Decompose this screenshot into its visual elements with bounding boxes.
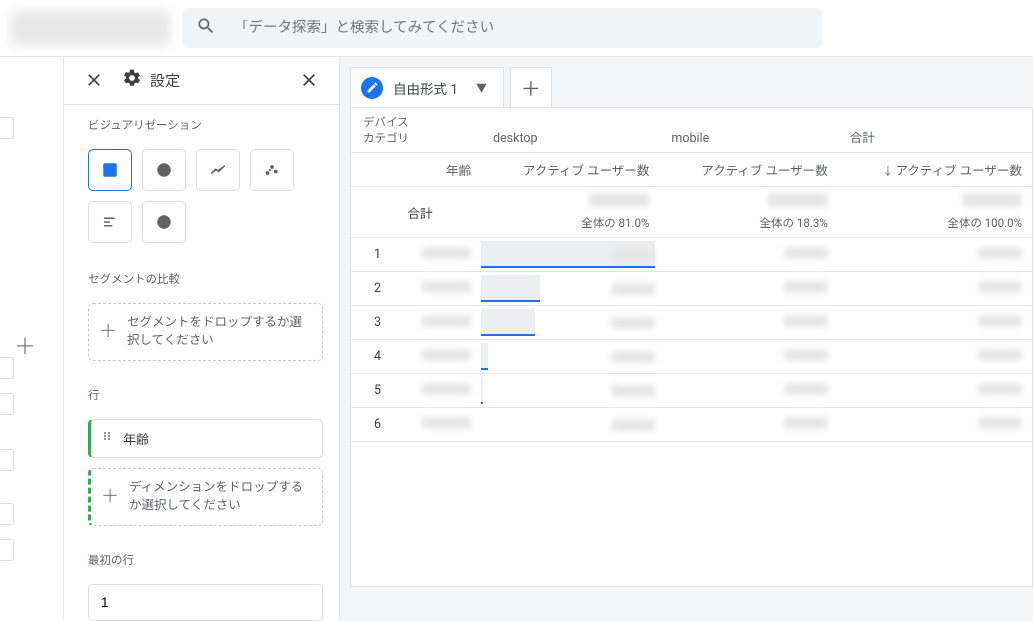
metric-header-sorted[interactable]: アクティブ ユーザー数 bbox=[838, 153, 1032, 187]
data-cell bbox=[838, 238, 1032, 272]
tab-freeform-1[interactable]: 自由形式 1 ▼ bbox=[350, 67, 504, 107]
metric-header[interactable]: アクティブ ユーザー数 bbox=[481, 153, 659, 187]
viz-geo-icon[interactable] bbox=[142, 201, 186, 243]
tab-label: 自由形式 1 bbox=[393, 78, 458, 98]
viz-table-icon[interactable] bbox=[88, 149, 132, 191]
row-chip-label: 年齢 bbox=[123, 429, 149, 448]
close-icon[interactable] bbox=[291, 70, 327, 90]
row-index: 6 bbox=[351, 408, 391, 442]
data-cell bbox=[838, 374, 1032, 408]
totals-cell: 全体の 81.0% bbox=[481, 187, 659, 238]
search-input[interactable] bbox=[234, 20, 808, 36]
brand-logo-blurred bbox=[10, 10, 170, 46]
data-sheet: デバイス カテゴリ desktop mobile 合計 年齢 アクティブ ユーザ… bbox=[350, 107, 1033, 587]
data-cell bbox=[481, 238, 659, 272]
row-dimension-value bbox=[391, 374, 481, 408]
data-cell bbox=[481, 340, 659, 374]
first-row-input[interactable] bbox=[88, 584, 323, 621]
col-header-mobile[interactable]: mobile bbox=[659, 108, 837, 153]
viz-barh-icon[interactable] bbox=[88, 201, 132, 243]
rail-add-button[interactable]: ＋ bbox=[14, 329, 36, 361]
dimension-drop-zone[interactable]: ＋ ディメンションをドロップするか選択してください bbox=[88, 468, 323, 526]
data-cell bbox=[659, 340, 837, 374]
row-index: 1 bbox=[351, 238, 391, 272]
data-cell bbox=[838, 272, 1032, 306]
data-cell bbox=[659, 272, 837, 306]
left-rail: ＋ bbox=[0, 57, 64, 621]
viz-donut-icon[interactable] bbox=[142, 149, 186, 191]
totals-cell: 全体の 18.3% bbox=[659, 187, 837, 238]
row-index: 5 bbox=[351, 374, 391, 408]
totals-cell: 全体の 100.0% bbox=[838, 187, 1032, 238]
data-cell bbox=[659, 306, 837, 340]
add-tab-button[interactable]: ＋ bbox=[510, 67, 552, 107]
data-cell bbox=[838, 306, 1032, 340]
dimension-drop-text: ディメンションをドロップするか選択してください bbox=[129, 479, 312, 515]
row-dimension-value bbox=[391, 408, 481, 442]
row-index: 3 bbox=[351, 306, 391, 340]
chevron-down-icon[interactable]: ▼ bbox=[468, 80, 495, 96]
data-cell bbox=[659, 238, 837, 272]
viz-line-icon[interactable] bbox=[196, 149, 240, 191]
plus-icon: ＋ bbox=[99, 319, 117, 345]
settings-panel: 設定 ビジュアリゼーション bbox=[64, 57, 340, 621]
search-box[interactable] bbox=[182, 8, 822, 48]
search-icon bbox=[196, 16, 216, 40]
rail-stub[interactable] bbox=[0, 539, 14, 561]
drag-handle-icon[interactable] bbox=[101, 430, 113, 446]
device-category-header: デバイス カテゴリ bbox=[351, 108, 481, 153]
totals-pct: 全体の 81.0% bbox=[491, 215, 649, 231]
data-cell bbox=[838, 408, 1032, 442]
rail-stub[interactable] bbox=[0, 393, 14, 415]
row-index: 4 bbox=[351, 340, 391, 374]
segment-drop-text: セグメントをドロップするか選択してください bbox=[127, 314, 312, 350]
age-header[interactable]: 年齢 bbox=[351, 153, 481, 187]
col-header-total[interactable]: 合計 bbox=[838, 108, 1032, 153]
data-cell bbox=[659, 374, 837, 408]
row-dimension-value bbox=[391, 340, 481, 374]
data-cell bbox=[481, 374, 659, 408]
col-header-desktop[interactable]: desktop bbox=[481, 108, 659, 153]
row-dimension-value bbox=[391, 306, 481, 340]
totals-pct: 全体の 100.0% bbox=[848, 215, 1022, 231]
rail-stub[interactable] bbox=[0, 503, 14, 525]
first-row-label: 最初の行 bbox=[88, 552, 323, 574]
settings-title: 設定 bbox=[150, 70, 180, 91]
data-cell bbox=[481, 306, 659, 340]
close-icon[interactable] bbox=[76, 70, 112, 90]
row-dimension-value bbox=[391, 272, 481, 306]
viz-scatter-icon[interactable] bbox=[250, 149, 294, 191]
row-index: 2 bbox=[351, 272, 391, 306]
row-dimension-value bbox=[391, 238, 481, 272]
data-cell bbox=[838, 340, 1032, 374]
viz-section-label: ビジュアリゼーション bbox=[88, 117, 323, 139]
plus-icon: ＋ bbox=[101, 484, 119, 510]
canvas-area: 自由形式 1 ▼ ＋ デバイス カテゴリ desktop mobile 合計 年… bbox=[340, 57, 1033, 621]
edit-icon bbox=[361, 77, 383, 99]
rail-stub[interactable] bbox=[0, 449, 14, 471]
data-cell bbox=[481, 408, 659, 442]
rail-stub[interactable] bbox=[0, 357, 14, 379]
data-cell bbox=[659, 408, 837, 442]
totals-label: 合計 bbox=[351, 187, 481, 238]
rail-stub[interactable] bbox=[0, 117, 14, 139]
segment-section-label: セグメントの比較 bbox=[88, 271, 323, 293]
segment-drop-zone[interactable]: ＋ セグメントをドロップするか選択してください bbox=[88, 303, 323, 361]
row-dimension-chip[interactable]: 年齢 bbox=[88, 419, 323, 458]
metric-header[interactable]: アクティブ ユーザー数 bbox=[659, 153, 837, 187]
rows-section-label: 行 bbox=[88, 387, 323, 409]
data-cell bbox=[481, 272, 659, 306]
gear-icon bbox=[122, 68, 142, 92]
totals-pct: 全体の 18.3% bbox=[669, 215, 827, 231]
